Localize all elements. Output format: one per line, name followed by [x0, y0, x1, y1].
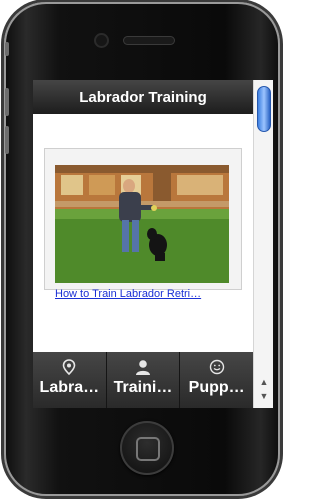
home-square-icon — [136, 437, 160, 461]
scroll-up-arrow[interactable]: ▲ — [257, 376, 271, 388]
mute-switch — [5, 42, 9, 56]
earpiece-speaker — [124, 37, 174, 44]
bottom-tab-bar: Labra… Traini… Pupp… — [33, 352, 253, 408]
front-camera — [96, 35, 107, 46]
app-screen: Labrador Training How to Train Labrador … — [33, 80, 273, 408]
volume-up-button — [5, 88, 9, 116]
scrollbar-thumb[interactable] — [257, 86, 271, 132]
thumbnail-image — [55, 165, 229, 283]
tab-labrador[interactable]: Labra… — [33, 352, 107, 408]
video-title-link[interactable]: How to Train Labrador Retri… — [55, 288, 233, 300]
scrollbar[interactable]: ▲ ▼ — [253, 80, 273, 408]
person-icon — [136, 360, 150, 375]
tab-training[interactable]: Traini… — [107, 352, 181, 408]
home-button[interactable] — [120, 421, 174, 475]
video-list[interactable]: How to Train Labrador Retri… — [33, 114, 253, 408]
volume-down-button — [5, 126, 9, 154]
app-title-bar: Labrador Training — [33, 80, 253, 114]
location-pin-icon — [63, 359, 76, 376]
tab-label: Pupp… — [188, 379, 245, 396]
scroll-down-arrow[interactable]: ▼ — [257, 390, 271, 402]
app-title: Labrador Training — [79, 88, 207, 106]
video-card[interactable]: How to Train Labrador Retri… — [44, 148, 242, 300]
smiley-icon — [209, 359, 224, 375]
tab-label: Traini… — [113, 379, 173, 396]
video-thumbnail[interactable] — [55, 165, 229, 283]
phone-frame: Labrador Training How to Train Labrador … — [4, 2, 280, 496]
tab-label: Labra… — [39, 379, 100, 396]
tab-puppy[interactable]: Pupp… — [180, 352, 253, 408]
